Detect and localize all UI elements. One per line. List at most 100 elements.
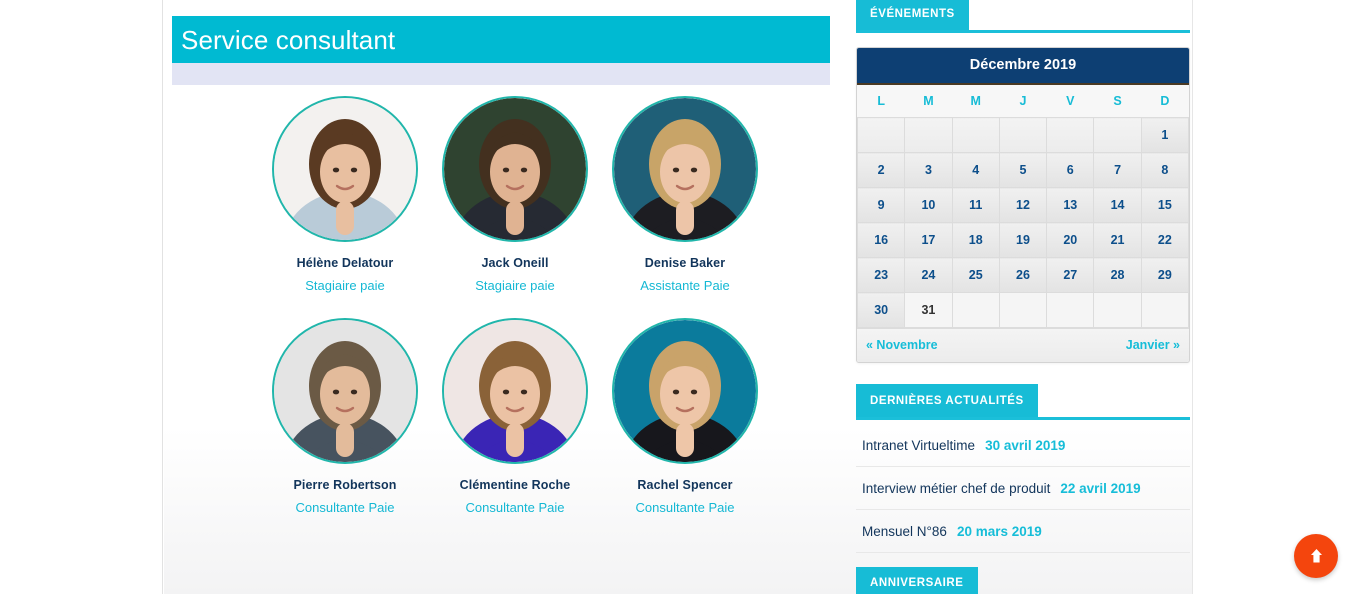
page-title-text: Service consultant	[181, 24, 396, 55]
events-widget: ÉVÉNEMENTS Décembre 2019 LMMJVSD 1234567…	[856, 0, 1190, 363]
person-name: Hélène Delatour	[296, 256, 394, 270]
news-item-title: Intranet Virtueltime	[862, 438, 976, 453]
calendar-day-cell[interactable]: 26	[998, 257, 1048, 293]
calendar-weekday: M	[952, 85, 1000, 118]
tab-dernieres-actualites[interactable]: DERNIÈRES ACTUALITÉS	[856, 384, 1038, 417]
calendar-day-cell[interactable]: 22	[1140, 222, 1189, 258]
avatar[interactable]	[442, 318, 588, 464]
main-column: Service consultant Hélène Delatour Stagia…	[168, 0, 830, 594]
calendar-weekday: S	[1093, 85, 1142, 118]
calendar-day-cell[interactable]: 21	[1093, 222, 1142, 258]
avatar[interactable]	[272, 96, 418, 242]
person-role[interactable]: Stagiaire paie	[430, 278, 600, 293]
calendar-weekday: L	[857, 85, 905, 118]
calendar-next-month-link[interactable]: Janvier »	[1126, 338, 1180, 352]
person-role[interactable]: Stagiaire paie	[260, 278, 430, 293]
calendar-nav: « Novembre Janvier »	[857, 328, 1189, 362]
calendar-day-cell[interactable]: 17	[904, 222, 953, 258]
calendar-day-cell[interactable]: 8	[1140, 152, 1189, 188]
page-gutter-left	[0, 0, 163, 594]
news-item-date: 20 mars 2019	[956, 524, 1042, 539]
calendar-day-cell[interactable]: 4	[951, 152, 1000, 188]
calendar-empty-cell	[1093, 292, 1142, 328]
calendar-day-cell[interactable]: 12	[998, 187, 1048, 223]
scroll-to-top-button[interactable]	[1294, 534, 1338, 578]
calendar-day-cell[interactable]: 23	[857, 257, 906, 293]
birthday-widget: ANNIVERSAIRE	[856, 567, 1190, 594]
avatar[interactable]	[612, 96, 758, 242]
calendar-day-cell[interactable]: 13	[1046, 187, 1095, 223]
calendar-day-cell[interactable]: 16	[857, 222, 906, 258]
person-card[interactable]: Jack Oneill Stagiaire paie	[430, 96, 600, 293]
calendar-prev-month-link[interactable]: « Novembre	[866, 338, 938, 352]
news-item[interactable]: Mensuel N°86 20 mars 2019	[856, 510, 1190, 553]
calendar-weekday: D	[1141, 85, 1189, 118]
person-card[interactable]: Hélène Delatour Stagiaire paie	[260, 96, 430, 293]
calendar-day-cell[interactable]: 14	[1093, 187, 1142, 223]
avatar-photo	[274, 98, 416, 240]
page-root: Service consultant Hélène Delatour Stagia…	[0, 0, 1354, 594]
calendar-day-cell[interactable]: 1	[1140, 117, 1189, 153]
calendar-week-row: 2345678	[857, 152, 1189, 188]
calendar-day-cell[interactable]: 27	[1046, 257, 1095, 293]
calendar-day-cell[interactable]: 9	[857, 187, 906, 223]
calendar-empty-cell	[1093, 117, 1142, 153]
person-card[interactable]: Pierre Robertson Consultante Paie	[260, 318, 430, 515]
calendar-day-cell[interactable]: 18	[951, 222, 1000, 258]
calendar-day-cell[interactable]: 5	[998, 152, 1048, 188]
avatar[interactable]	[442, 96, 588, 242]
calendar-day-cell[interactable]: 29	[1140, 257, 1189, 293]
tab-anniversaire[interactable]: ANNIVERSAIRE	[856, 567, 978, 594]
calendar-day-cell[interactable]: 3	[904, 152, 953, 188]
calendar-weekday: M	[904, 85, 953, 118]
avatar-photo	[614, 98, 756, 240]
calendar-week-row: 23 24 25 26 27 28 29	[857, 257, 1189, 293]
calendar-day-cell[interactable]: 25	[951, 257, 1000, 293]
calendar-day-cell[interactable]: 19	[998, 222, 1048, 258]
calendar-day-cell[interactable]: 6	[1046, 152, 1095, 188]
calendar-month-label: Décembre 2019	[857, 48, 1189, 85]
calendar-day-cell[interactable]: 31	[904, 292, 953, 328]
calendar: Décembre 2019 LMMJVSD 1 2 3 4 5 6 7 8 9 10 11 12 13 1…	[856, 47, 1190, 363]
news-item-title: Interview métier chef de produit	[862, 481, 1051, 496]
news-tabbar: DERNIÈRES ACTUALITÉS	[856, 384, 1190, 420]
calendar-day-cell[interactable]: 11	[951, 187, 1000, 223]
calendar-empty-cell	[998, 117, 1048, 153]
avatar[interactable]	[272, 318, 418, 464]
sidebar: ÉVÉNEMENTS Décembre 2019 LMMJVSD 1234567…	[856, 0, 1190, 594]
news-item[interactable]: Interview métier chef de produit 22 avril…	[856, 467, 1190, 510]
calendar-day-cell[interactable]: 30	[857, 292, 906, 328]
calendar-day-cell[interactable]: 10	[904, 187, 953, 223]
calendar-day-cell[interactable]: 7	[1093, 152, 1142, 188]
calendar-day-cell[interactable]: 24	[904, 257, 953, 293]
calendar-day-cell[interactable]: 2	[857, 152, 906, 188]
calendar-empty-cell	[1046, 117, 1095, 153]
calendar-weekday: J	[999, 85, 1047, 118]
person-name: Rachel Spencer	[637, 478, 733, 492]
news-widget: DERNIÈRES ACTUALITÉS Intranet Virtueltim…	[856, 384, 1190, 553]
person-role[interactable]: Assistante Paie	[600, 278, 770, 293]
calendar-day-cell[interactable]: 20	[1046, 222, 1095, 258]
person-name: Denise Baker	[644, 256, 726, 270]
calendar-day-cell[interactable]: 28	[1093, 257, 1142, 293]
person-card[interactable]: Rachel Spencer Consultante Paie	[600, 318, 770, 515]
person-role[interactable]: Consultante Paie	[600, 500, 770, 515]
calendar-weekday-row: LMMJVSD	[857, 85, 1189, 118]
person-name: Clémentine Roche	[459, 478, 571, 492]
person-name: Pierre Robertson	[293, 478, 397, 492]
person-card[interactable]: Denise Baker Assistante Paie	[600, 96, 770, 293]
avatar[interactable]	[612, 318, 758, 464]
page-title: Service consultant	[172, 16, 830, 63]
person-name: Jack Oneill	[481, 256, 549, 270]
person-card[interactable]: Clémentine Roche Consultante Paie	[430, 318, 600, 515]
news-list: Intranet Virtueltime 30 avril 2019 Intervi…	[856, 424, 1190, 553]
calendar-day-cell[interactable]: 15	[1140, 187, 1189, 223]
person-role[interactable]: Consultante Paie	[260, 500, 430, 515]
news-item[interactable]: Intranet Virtueltime 30 avril 2019	[856, 424, 1190, 467]
tab-evenements[interactable]: ÉVÉNEMENTS	[856, 0, 969, 30]
people-grid: Hélène Delatour Stagiaire paie Jack Oneill…	[168, 96, 828, 515]
title-underbar	[172, 63, 830, 85]
avatar-photo	[274, 320, 416, 462]
person-role[interactable]: Consultante Paie	[430, 500, 600, 515]
news-item-title: Mensuel N°86	[862, 524, 947, 539]
